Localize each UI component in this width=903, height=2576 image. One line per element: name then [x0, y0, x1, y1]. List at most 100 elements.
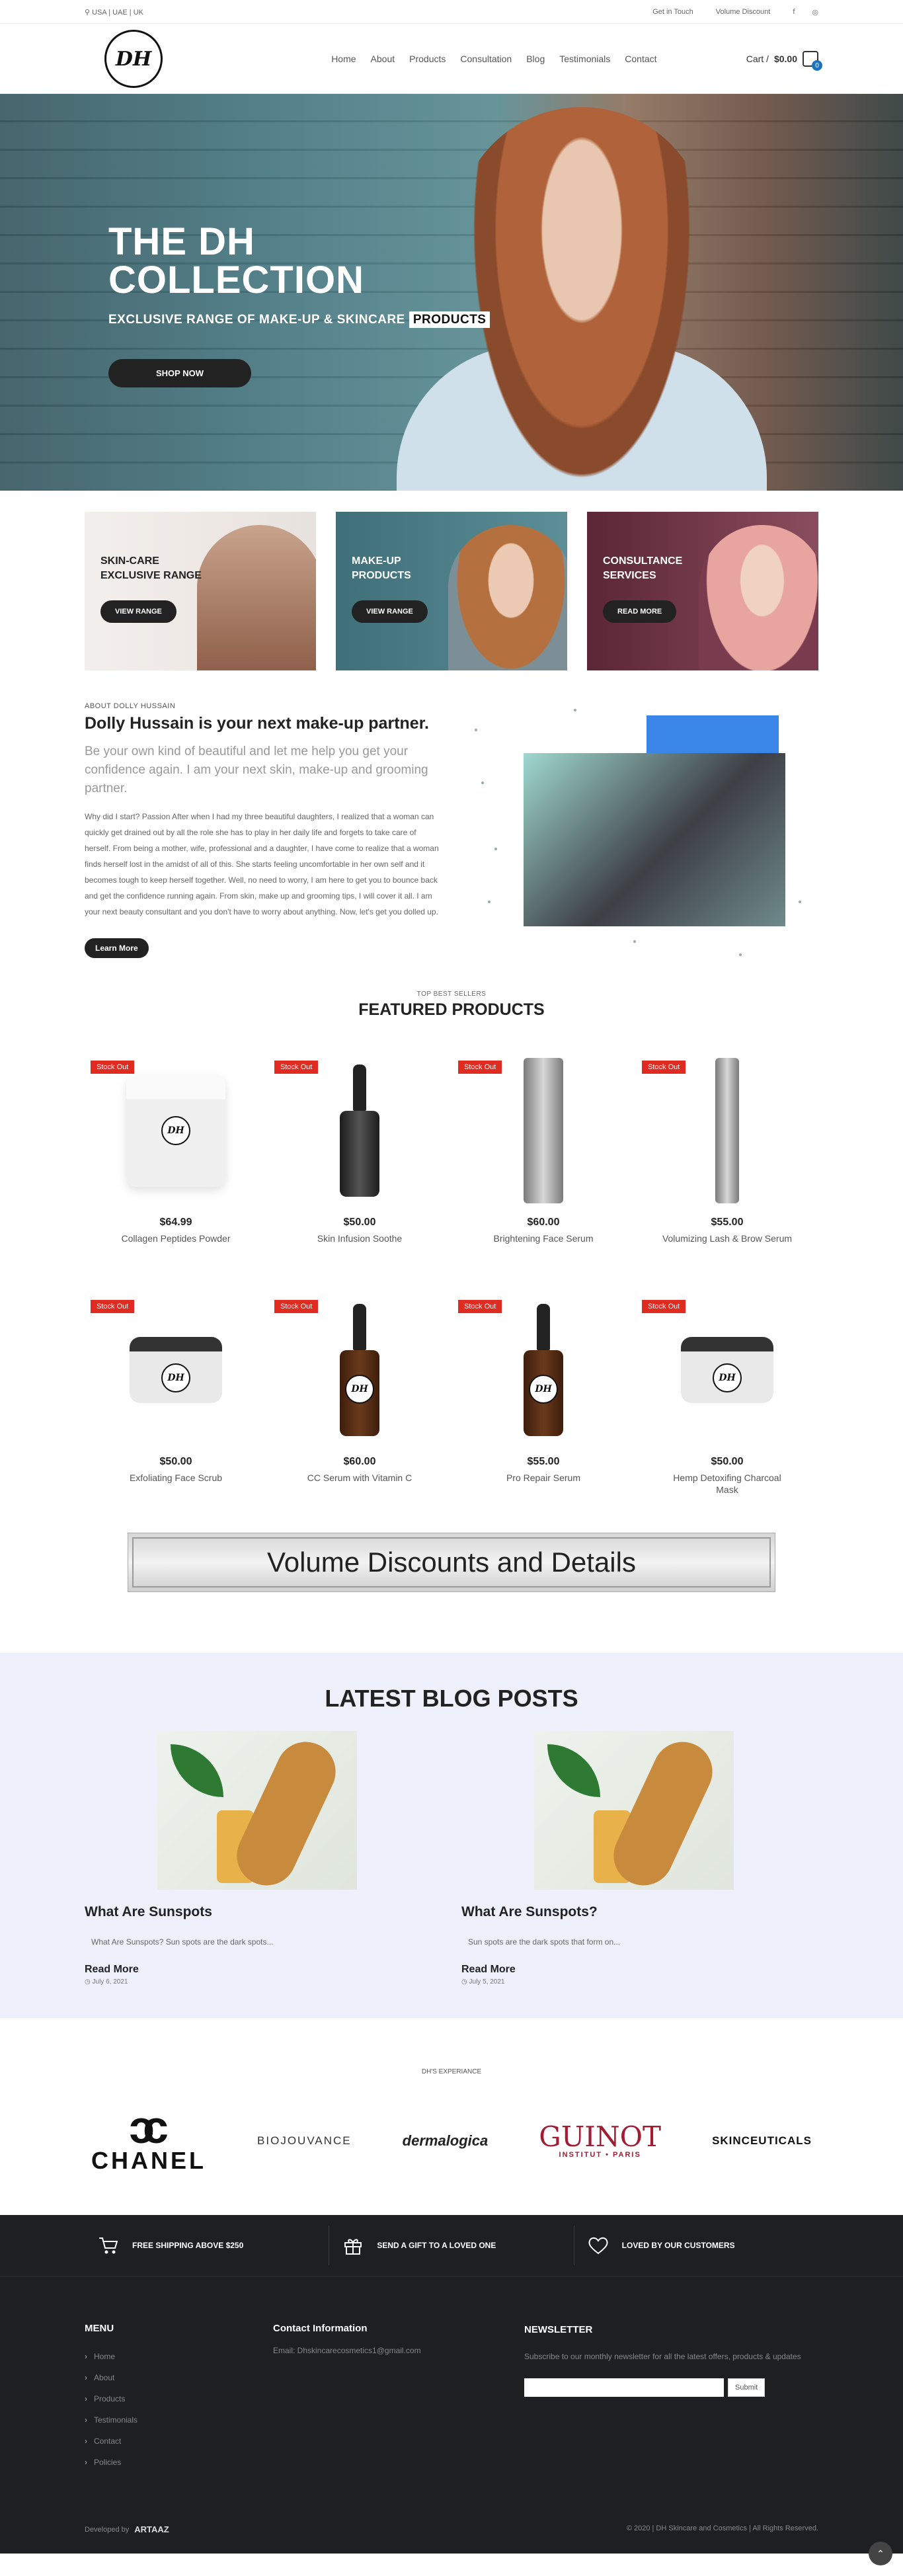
instagram-icon[interactable]: ◎	[812, 8, 818, 17]
view-range-button[interactable]: VIEW RANGE	[100, 600, 177, 623]
volume-discounts-banner[interactable]: Volume Discounts and Details	[128, 1533, 775, 1592]
product-name[interactable]: Collagen Peptides Powder	[84, 1232, 268, 1244]
footer-email[interactable]: Email: Dhskincarecosmetics1@gmail.com	[273, 2346, 524, 2355]
blog-post-image[interactable]	[157, 1731, 357, 1890]
artaaz-logo[interactable]: ARTAAZ	[134, 2524, 169, 2534]
product-image[interactable]	[635, 1051, 819, 1210]
product-card[interactable]: Stock Out $55.00 Volumizing Lash & Brow Se…	[635, 1051, 819, 1244]
nav-blog[interactable]: Blog	[526, 54, 545, 64]
region-selector[interactable]: ⚲ USA | UAE | UK	[85, 8, 143, 17]
shopping-bag-icon: 0	[803, 51, 822, 71]
nav-testimonials[interactable]: Testimonials	[559, 54, 610, 64]
nav-products[interactable]: Products	[409, 54, 446, 64]
product-image[interactable]: DH	[451, 1291, 635, 1449]
get-in-touch-link[interactable]: Get in Touch	[652, 8, 693, 16]
hero-title: THE DH COLLECTION	[108, 220, 364, 302]
featured-kicker: TOP BEST SELLERS	[416, 990, 487, 998]
hero-banner: THE DH COLLECTION EXCLUSIVE RANGE OF MAKE…	[0, 94, 903, 491]
category-skincare[interactable]: SKIN-CARE EXCLUSIVE RANGE VIEW RANGE	[85, 512, 316, 670]
location-pin-icon: ⚲	[85, 8, 93, 17]
nav-home[interactable]: Home	[331, 54, 356, 64]
shop-now-button[interactable]: SHOP NOW	[108, 359, 251, 387]
footer-link-contact[interactable]: Contact	[85, 2431, 273, 2452]
decor-dot	[574, 709, 576, 711]
guinot-logo: GUINOT INSTITUT • PARIS	[539, 2120, 662, 2159]
product-name[interactable]: Exfoliating Face Scrub	[84, 1472, 268, 1484]
blog-post-image[interactable]	[534, 1731, 734, 1890]
read-more-link[interactable]: Read More	[85, 1964, 442, 1976]
product-name[interactable]: Pro Repair Serum	[451, 1472, 635, 1484]
newsletter-email-input[interactable]	[524, 2378, 724, 2397]
nav-consultation[interactable]: Consultation	[460, 54, 512, 64]
product-image[interactable]: DH	[84, 1051, 268, 1210]
product-image[interactable]: DH	[635, 1291, 819, 1449]
makeup-image	[448, 525, 567, 670]
clock-icon: ◷	[461, 1978, 469, 1986]
cart-link[interactable]: Cart / $0.00 0	[746, 51, 822, 71]
about-body: Why did I start? Passion After when I ha…	[85, 812, 439, 916]
newsletter-submit-button[interactable]: Submit	[728, 2378, 766, 2397]
main-nav: Home About Products Consultation Blog Te…	[331, 54, 656, 64]
footer-menu: MENU Home About Products Testimonials Co…	[85, 2323, 273, 2473]
product-price: $50.00	[159, 1456, 192, 1467]
product-card[interactable]: Stock Out $50.00 Skin Infusion Soothe	[268, 1051, 451, 1244]
category-consultance[interactable]: CONSULTANCE SERVICES READ MORE	[587, 512, 818, 670]
clock-icon: ◷	[85, 1978, 93, 1986]
product-card[interactable]: Stock Out DH $60.00 CC Serum with Vitamin C	[268, 1291, 451, 1496]
product-card[interactable]: Stock Out $60.00 Brightening Face Serum	[451, 1051, 635, 1244]
decor-dot	[494, 848, 497, 850]
product-image[interactable]: DH	[268, 1291, 451, 1449]
consultance-image	[699, 525, 818, 670]
stock-out-badge: Stock Out	[458, 1061, 502, 1074]
nav-contact[interactable]: Contact	[625, 54, 656, 64]
footer-menu-title: MENU	[85, 2323, 114, 2334]
facebook-icon[interactable]: f	[793, 8, 795, 17]
newsletter-text: Subscribe to our monthly newsletter for …	[524, 2352, 801, 2361]
dermalogica-logo: dermalogica	[402, 2132, 489, 2149]
gift-icon	[342, 2235, 364, 2256]
product-name[interactable]: Volumizing Lash & Brow Serum	[635, 1232, 819, 1244]
copyright: © 2020 | DH Skincare and Cosmetics | All…	[626, 2524, 818, 2532]
stock-out-badge: Stock Out	[274, 1300, 319, 1313]
product-image[interactable]: DH	[84, 1291, 268, 1449]
blog-post-date: ◷ July 5, 2021	[461, 1978, 505, 1986]
category-makeup[interactable]: MAKE-UP PRODUCTS VIEW RANGE	[336, 512, 567, 670]
footer-newsletter: NEWSLETTER Subscribe to our monthly news…	[524, 2323, 818, 2473]
feature-loved: LOVED BY OUR CUSTOMERS	[574, 2226, 818, 2265]
footer-link-testimonials[interactable]: Testimonials	[85, 2409, 273, 2431]
product-name[interactable]: CC Serum with Vitamin C	[268, 1472, 451, 1484]
site-footer: MENU Home About Products Testimonials Co…	[0, 2276, 903, 2565]
newsletter-title: NEWSLETTER	[524, 2324, 593, 2335]
cart-label: Cart /	[746, 54, 769, 64]
product-price: $60.00	[527, 1217, 560, 1228]
footer-link-policies[interactable]: Policies	[85, 2452, 273, 2473]
back-to-top-button[interactable]: ⌃	[869, 2542, 892, 2565]
footer-link-products[interactable]: Products	[85, 2388, 273, 2409]
product-image[interactable]	[268, 1051, 451, 1210]
read-more-link[interactable]: Read More	[461, 1964, 818, 1976]
read-more-button[interactable]: READ MORE	[603, 600, 677, 623]
product-card[interactable]: Stock Out DH $50.00 Exfoliating Face Scrub	[84, 1291, 268, 1496]
blog-post-date: ◷ July 6, 2021	[85, 1978, 128, 1986]
page: ⚲ USA | UAE | UK Get in Touch Volume Dis…	[0, 0, 903, 2576]
volume-discount-link[interactable]: Volume Discount	[716, 8, 771, 16]
product-card[interactable]: Stock Out DH $50.00 Hemp Detoxifing Charcoa…	[635, 1291, 819, 1496]
footer-link-about[interactable]: About	[85, 2367, 273, 2388]
product-card[interactable]: Stock Out DH $64.99 Collagen Peptides Powde…	[84, 1051, 268, 1244]
cart-icon	[98, 2235, 119, 2256]
view-range-button[interactable]: VIEW RANGE	[352, 600, 428, 623]
product-card[interactable]: Stock Out DH $55.00 Pro Repair Serum	[451, 1291, 635, 1496]
product-name[interactable]: Skin Infusion Soothe	[268, 1232, 451, 1244]
feature-gift: SEND A GIFT TO A LOVED ONE	[329, 2226, 574, 2265]
skincare-image	[197, 525, 316, 670]
product-name[interactable]: Hemp Detoxifing Charcoal Mask	[635, 1472, 819, 1496]
product-image[interactable]	[451, 1051, 635, 1210]
blog-post-title[interactable]: What Are Sunspots	[85, 1904, 442, 1920]
learn-more-button[interactable]: Learn More	[85, 938, 149, 958]
footer-link-home[interactable]: Home	[85, 2346, 273, 2367]
product-name[interactable]: Brightening Face Serum	[451, 1232, 635, 1244]
blog-post-title[interactable]: What Are Sunspots?	[461, 1904, 818, 1920]
top-bar: ⚲ USA | UAE | UK Get in Touch Volume Dis…	[0, 0, 903, 24]
nav-about[interactable]: About	[371, 54, 395, 64]
logo[interactable]: DH	[104, 30, 163, 88]
